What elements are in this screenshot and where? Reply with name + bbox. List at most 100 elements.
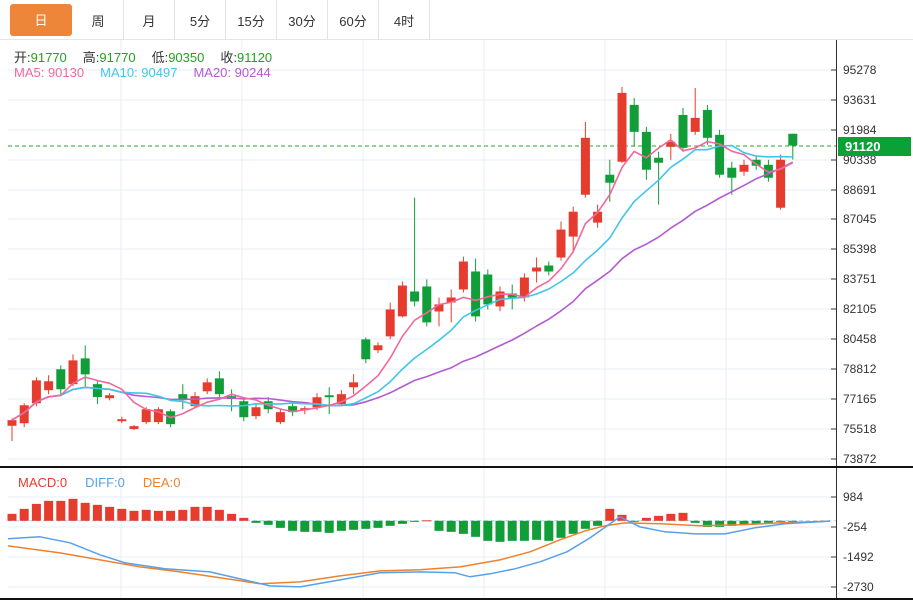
macd-bar: [519, 520, 529, 541]
candle-body: [105, 395, 115, 399]
macd-bar: [7, 513, 17, 521]
price-tick-label: 88691: [843, 183, 877, 197]
price-tick-label: 85398: [843, 242, 877, 256]
tab-60min[interactable]: 60分: [328, 0, 379, 40]
candle-body: [629, 104, 639, 132]
macd-bar: [336, 520, 346, 531]
macd-bar: [31, 503, 41, 521]
price-tick-label: 95278: [843, 63, 877, 77]
candle-body: [178, 394, 188, 400]
macd-bar: [141, 509, 151, 521]
candle-body: [44, 381, 54, 391]
macd-bar: [227, 513, 237, 521]
candle-body: [617, 92, 627, 162]
candle-body: [739, 164, 749, 172]
macd-bar: [117, 508, 127, 521]
macd-bar: [605, 508, 615, 521]
macd-value-label: MACD:0: [18, 475, 68, 490]
macd-bar: [422, 520, 432, 522]
macd-tick-label: -1492: [843, 550, 874, 564]
macd-bar: [349, 520, 359, 530]
kline-chart-svg[interactable]: [0, 0, 913, 601]
macd-bar: [556, 520, 566, 538]
candle-body: [483, 274, 493, 305]
macd-bar: [190, 506, 200, 521]
macd-bar: [495, 520, 505, 542]
macd-bar: [288, 520, 298, 531]
macd-bar: [56, 500, 66, 521]
macd-bar: [458, 520, 468, 534]
candle-body: [117, 419, 127, 422]
ohlc-item: 收:91120: [220, 50, 273, 65]
macd-bar: [666, 513, 676, 521]
tab-4hour[interactable]: 4时: [379, 0, 430, 40]
candle-body: [361, 339, 371, 360]
candle-body: [397, 285, 407, 317]
tab-15min[interactable]: 15分: [226, 0, 277, 40]
price-tick-label: 75518: [843, 422, 877, 436]
candle-body: [702, 109, 712, 138]
tab-5min[interactable]: 5分: [175, 0, 226, 40]
macd-tick-label: -254: [843, 520, 868, 534]
tab-30min[interactable]: 30分: [277, 0, 328, 40]
candle-body: [410, 291, 420, 302]
macd-bar: [44, 500, 54, 521]
tab-day[interactable]: 日: [10, 3, 72, 36]
candle-body: [580, 137, 590, 195]
macd-bar: [690, 520, 700, 523]
macd-bar: [312, 520, 322, 532]
ma5-line: [11, 139, 794, 421]
candle-body: [641, 131, 651, 170]
macd-bar: [153, 510, 163, 521]
macd-bar: [580, 520, 590, 529]
ma-item: MA10: 90497: [100, 65, 178, 80]
candle-body: [422, 286, 432, 323]
macd-bar: [92, 504, 102, 521]
macd-bar: [410, 520, 420, 522]
macd-bar: [678, 512, 688, 521]
macd-bar: [202, 506, 212, 521]
candles: [7, 86, 798, 442]
candle-body: [556, 229, 566, 258]
candle-body: [7, 420, 17, 426]
tab-week[interactable]: 周: [73, 0, 124, 40]
candle-body: [275, 412, 285, 423]
period-tab-bar: 日周月 5分 15分 30分 60分 4时: [0, 0, 913, 40]
ma-item: MA20: 90244: [193, 65, 271, 80]
candle-body: [251, 407, 261, 417]
candle-body: [727, 167, 737, 178]
dea-line: [7, 520, 831, 585]
ohlc-item: 高:91770: [82, 50, 136, 65]
candle-body: [788, 133, 798, 146]
candle-body: [214, 378, 224, 395]
macd-bar: [397, 520, 407, 524]
macd-bar: [373, 520, 383, 528]
macd-bar: [251, 520, 261, 523]
macd-bar: [776, 520, 786, 522]
dea-value-label: DEA:0: [142, 475, 181, 490]
macd-tick-label: 984: [843, 490, 864, 504]
macd-bar: [300, 520, 310, 532]
candle-body: [56, 369, 66, 390]
macd-bar: [239, 517, 249, 521]
macd-bar: [532, 520, 542, 540]
macd-bar: [166, 510, 176, 521]
candle-body: [715, 134, 725, 175]
current-price-tag: 91120: [838, 136, 911, 156]
candle-body: [385, 309, 395, 337]
tab-month[interactable]: 月: [124, 0, 175, 40]
macd-bar: [471, 520, 481, 537]
macd-bar: [434, 520, 444, 531]
macd-tick-label: -2730: [843, 580, 874, 594]
macd-bar: [361, 520, 371, 529]
candle-body: [68, 360, 78, 385]
candle-body: [129, 426, 139, 430]
macd-bar: [68, 498, 78, 521]
price-tick-label: 77165: [843, 392, 877, 406]
candle-body: [678, 114, 688, 148]
macd-bar: [544, 520, 554, 541]
candle-body: [312, 397, 322, 408]
candle-body: [458, 261, 468, 290]
price-tick-label: 87045: [843, 212, 877, 226]
macd-bar: [324, 520, 334, 533]
